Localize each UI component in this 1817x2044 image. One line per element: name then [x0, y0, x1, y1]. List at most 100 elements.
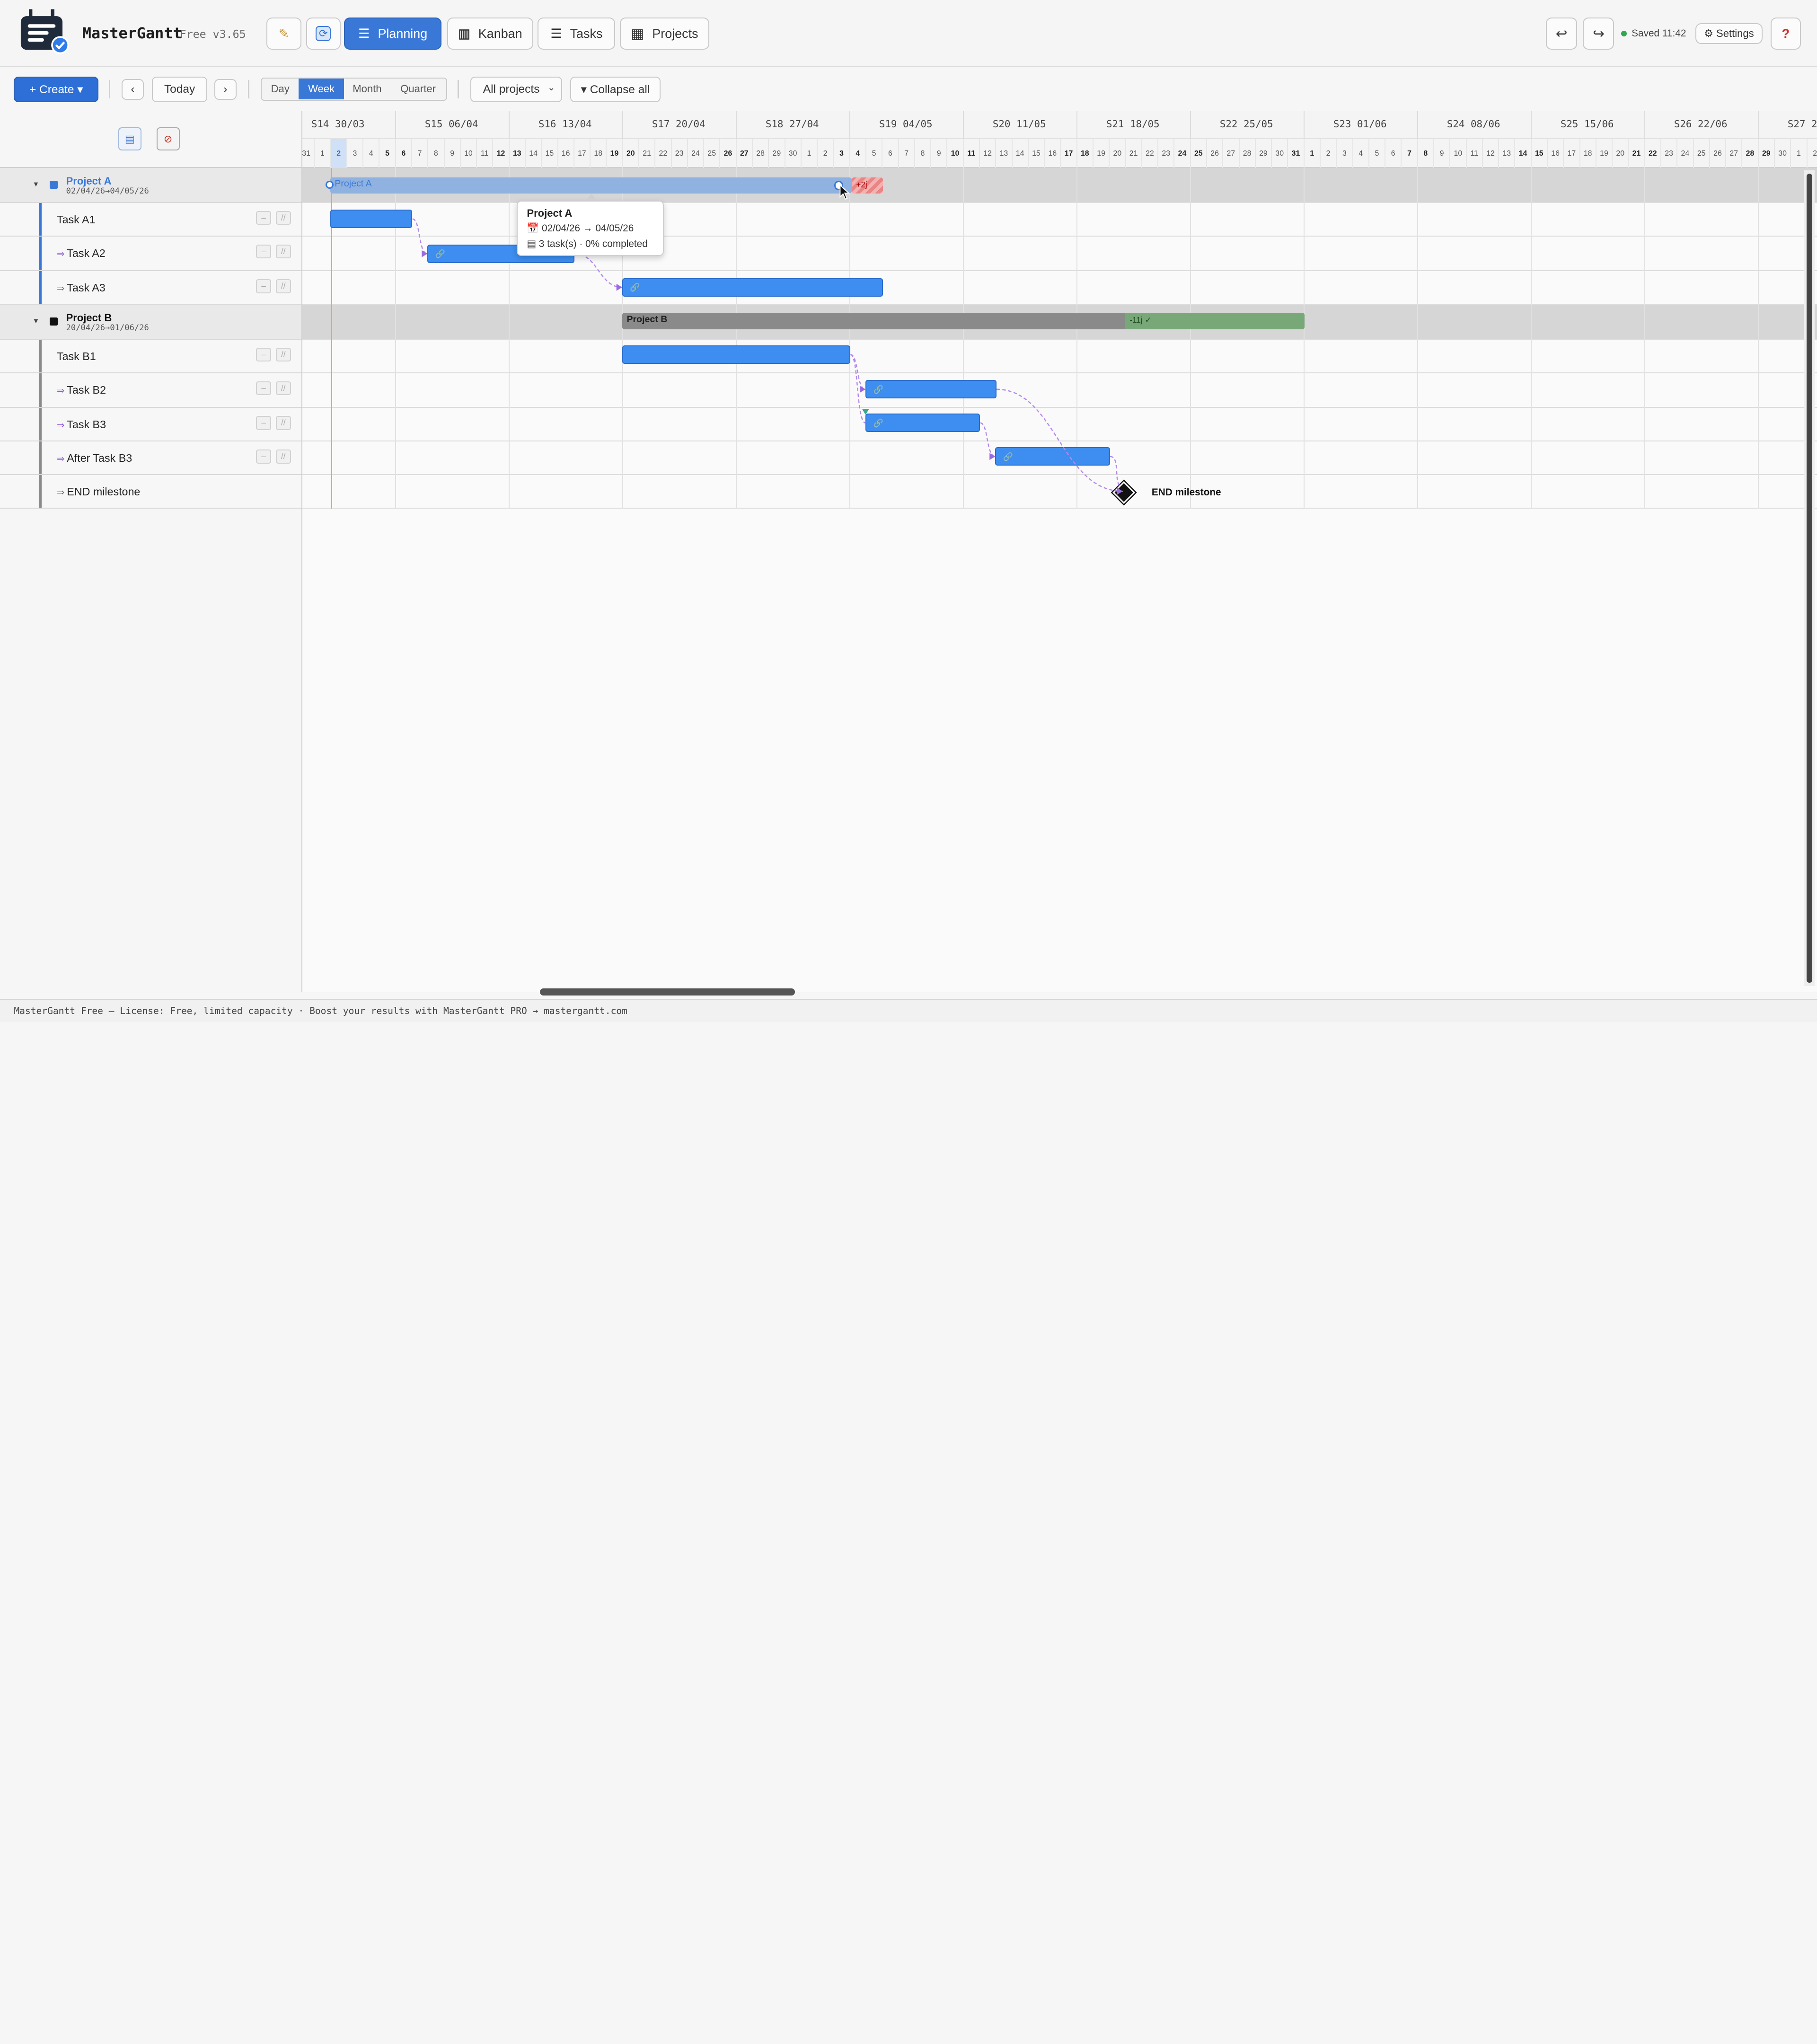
hide-weekends-button[interactable]: ⊘ [156, 127, 180, 151]
dependency-icon: ⇒ [57, 385, 65, 396]
task-name: Task B1 [57, 350, 96, 362]
project-row[interactable]: ▼ Project B 20/04/26→01/06/26 [0, 305, 301, 340]
calendar-off-icon: ⊘ [163, 132, 173, 145]
project-indicator-bar [39, 271, 42, 304]
project-color-swatch [50, 317, 58, 326]
chevron-down-icon: ⌄ [547, 82, 556, 93]
create-button[interactable]: + Create ▾ [14, 76, 99, 102]
save-status: Saved 11:42 [1621, 28, 1686, 39]
project-filter-value: All projects [483, 82, 540, 96]
settings-button[interactable]: ⚙ Settings [1695, 23, 1763, 44]
task-name: ⇒ END milestone [57, 485, 141, 498]
tooltip-title: Project A [527, 207, 573, 219]
dependency-icon: ⇒ [57, 487, 65, 498]
task-name: ⇒ Task A2 [57, 247, 106, 259]
row-action-button[interactable]: – [256, 347, 272, 362]
tab-kanban[interactable]: ▥ Kanban [447, 17, 533, 50]
tab-planning[interactable]: ☰ Planning [344, 17, 442, 50]
next-period-button[interactable]: › [214, 79, 237, 100]
edit-button[interactable]: ✎ [266, 17, 301, 50]
task-row[interactable]: Task B1 – // [0, 339, 301, 373]
dependency-icon: ⇒ [57, 283, 65, 294]
task-row[interactable]: ⇒ Task A3 – // [0, 271, 301, 305]
scale-quarter[interactable]: Quarter [390, 79, 446, 99]
row-action-button[interactable]: – [256, 279, 272, 293]
tab-tasks-label: Tasks [570, 26, 603, 41]
task-row[interactable]: ⇒ Task B3 – // [0, 408, 301, 442]
row-action-button[interactable]: // [275, 244, 291, 259]
time-scale-switch: Day Week Month Quarter [261, 78, 448, 101]
scale-week[interactable]: Week [299, 79, 344, 100]
row-action-button[interactable]: // [275, 381, 291, 396]
row-action-button[interactable]: – [256, 381, 272, 396]
project-indicator-bar [39, 408, 42, 441]
task-row[interactable]: Task A1 – // [0, 203, 301, 237]
project-indicator-bar [39, 339, 42, 372]
redo-button[interactable]: ↪ [1583, 17, 1614, 50]
scale-day[interactable]: Day [262, 79, 299, 99]
row-action-button[interactable]: // [275, 279, 291, 293]
task-row[interactable]: ⇒ After Task B3 – // [0, 441, 301, 476]
undo-button[interactable]: ↩ [1545, 17, 1578, 50]
app-header: MasterGantt Free v3.65 ✎ ⟳ ☰ Planning ▥ … [0, 0, 1817, 68]
list-icon: ☰ [550, 26, 562, 41]
planning-icon: ☰ [358, 26, 370, 41]
task-name: ⇒ Task B3 [57, 418, 106, 431]
status-dot-icon [1621, 30, 1627, 36]
gantt-timeline: S14 30/03 S15 06/04 S16 13/04 S17 20/04 S18 … [301, 111, 1817, 992]
today-button[interactable]: Today [151, 76, 208, 102]
scale-month[interactable]: Month [344, 79, 390, 99]
row-action-button[interactable]: // [275, 449, 291, 464]
sync-button[interactable]: ⟳ [306, 17, 341, 50]
task-row[interactable]: ⇒ END milestone [0, 475, 301, 509]
redo-icon: ↪ [1593, 26, 1605, 42]
project-name: Project B [66, 311, 112, 324]
collapse-caret-icon[interactable]: ▼ [33, 181, 40, 188]
toolbar-divider [458, 79, 459, 99]
dependency-icon: ⇒ [57, 454, 65, 465]
project-tooltip: Project A 📅 02/04/26 → 04/05/26 ▤ 3 task… [516, 200, 664, 256]
project-row[interactable]: ▼ Project A 02/04/26→04/05/26 [0, 168, 301, 203]
collapse-caret-icon[interactable]: ▼ [33, 317, 40, 325]
task-row[interactable]: ⇒ Task A2 – // [0, 236, 301, 272]
row-action-button[interactable]: // [275, 211, 291, 225]
pencil-icon: ✎ [278, 26, 290, 41]
tab-tasks[interactable]: ☰ Tasks [538, 17, 616, 50]
kanban-icon: ▥ [458, 26, 470, 41]
project-dates: 20/04/26→01/06/26 [66, 323, 149, 333]
tab-projects-label: Projects [652, 26, 698, 41]
app-name: MasterGantt [82, 24, 182, 43]
tooltip-pointer-icon [587, 194, 596, 199]
project-indicator-bar [39, 373, 42, 407]
license-footer: MasterGantt Free — License: Free, limite… [0, 999, 1817, 1022]
row-action-button[interactable]: – [256, 449, 272, 464]
horizontal-scroll-thumb[interactable] [540, 988, 795, 996]
tooltip-dates: 📅 02/04/26 → 04/05/26 [527, 223, 634, 234]
dependency-icon: ⇒ [57, 420, 65, 431]
task-name: ⇒ After Task B3 [57, 452, 132, 465]
project-indicator-bar [39, 475, 42, 508]
tab-kanban-label: Kanban [478, 26, 522, 41]
undo-icon: ↩ [1555, 26, 1568, 42]
vertical-scroll-thumb[interactable] [1806, 174, 1813, 983]
task-row[interactable]: ⇒ Task B2 – // [0, 373, 301, 408]
vertical-scrollbar[interactable] [1804, 170, 1815, 987]
previous-period-button[interactable]: ‹ [122, 79, 144, 100]
row-action-button[interactable]: // [275, 416, 291, 430]
help-button[interactable]: ? [1771, 17, 1801, 50]
row-action-button[interactable]: // [275, 347, 291, 362]
row-action-button[interactable]: – [256, 211, 272, 225]
project-dates: 02/04/26→04/05/26 [66, 186, 149, 196]
tooltip-summary: ▤ 3 task(s) · 0% completed [527, 238, 648, 249]
columns-toggle-button[interactable]: ▤ [118, 127, 141, 151]
tab-planning-label: Planning [378, 26, 428, 41]
project-filter-select[interactable]: All projects ⌄ [470, 76, 562, 102]
collapse-all-button[interactable]: ▾ Collapse all [570, 76, 661, 102]
app-window: MasterGantt Free v3.65 ✎ ⟳ ☰ Planning ▥ … [0, 0, 1817, 1022]
row-action-button[interactable]: – [256, 244, 272, 259]
grid-icon: ▦ [631, 26, 644, 42]
dependency-icon: ⇒ [57, 248, 65, 259]
tab-projects[interactable]: ▦ Projects [620, 17, 709, 50]
project-color-swatch [50, 181, 58, 189]
row-action-button[interactable]: – [256, 416, 272, 430]
